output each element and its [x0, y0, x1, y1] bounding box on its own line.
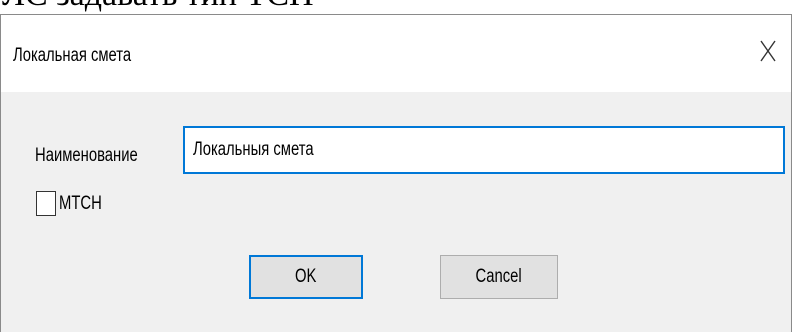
mtch-checkbox[interactable]	[36, 191, 56, 216]
name-label: Наименование	[35, 145, 138, 166]
dialog-title: Локальная смета	[13, 45, 132, 66]
dialog-window: Локальная смета Наименование Локальныя с…	[0, 14, 792, 332]
ok-button-label: OK	[295, 266, 317, 287]
name-input-value: Локальныя смета	[193, 139, 314, 160]
name-input[interactable]: Локальныя смета	[183, 126, 785, 174]
cancel-button-label: Cancel	[475, 266, 523, 287]
background-document-text: ЛС задавать тип ТСН	[2, 0, 314, 12]
cancel-button[interactable]: Cancel	[440, 255, 558, 299]
dialog-titlebar: Локальная смета	[1, 15, 791, 92]
ok-button[interactable]: OK	[249, 255, 363, 299]
close-icon	[760, 40, 776, 62]
mtch-checkbox-label: MTCH	[59, 192, 102, 214]
mtch-checkbox-row[interactable]: MTCH	[36, 191, 114, 216]
close-button[interactable]	[745, 31, 791, 71]
